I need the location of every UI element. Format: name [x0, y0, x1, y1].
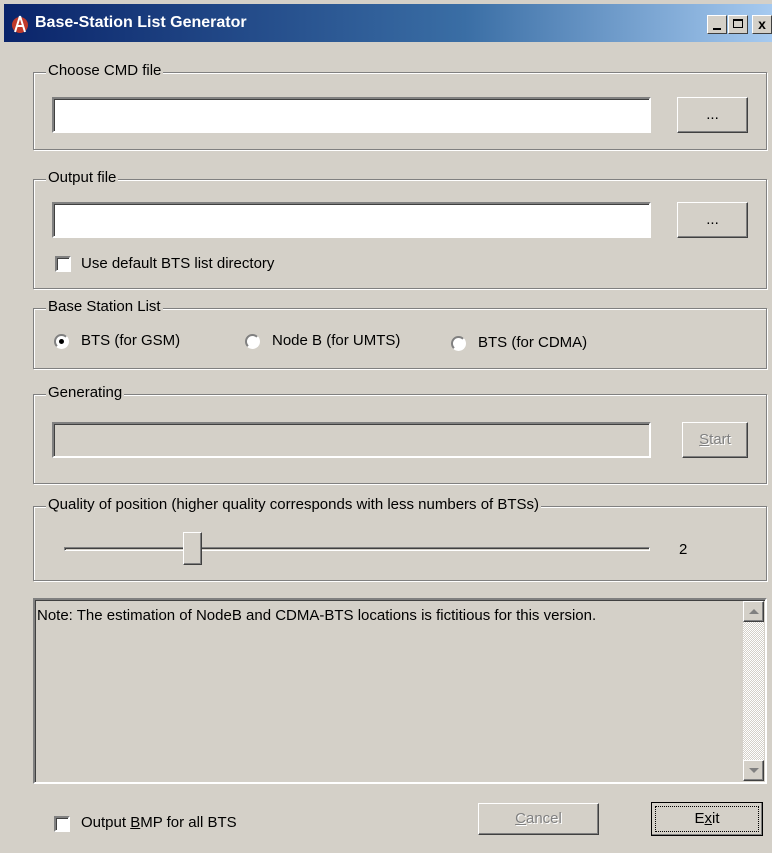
cancel-label-accel: C — [515, 810, 526, 827]
cmd-file-input[interactable] — [52, 97, 651, 133]
generating-group: Generating Start — [33, 384, 767, 484]
cancel-label-rest: ancel — [525, 810, 562, 827]
quality-group: Quality of position (higher quality corr… — [33, 496, 767, 581]
scroll-up-icon — [749, 609, 759, 614]
quality-group-label: Quality of position (higher quality corr… — [46, 496, 542, 513]
output-bmp-label-prefix: Output — [81, 814, 131, 831]
output-file-input[interactable] — [52, 202, 651, 238]
cmd-browse-label: ... — [706, 106, 719, 123]
output-bmp-checkbox[interactable] — [54, 816, 70, 832]
generating-progress-bar — [52, 422, 651, 458]
note-textarea[interactable]: Note: The estimation of NodeB and CDMA-B… — [33, 598, 767, 784]
minimize-icon — [713, 28, 721, 30]
note-scrollbar[interactable] — [743, 601, 764, 781]
default-dir-label[interactable]: Use default BTS list directory — [81, 255, 274, 272]
minimize-button[interactable] — [707, 15, 727, 34]
choose-cmd-group: Choose CMD file ... — [33, 62, 767, 150]
radio-nodeb-umts[interactable] — [245, 334, 260, 349]
output-browse-button[interactable]: ... — [677, 202, 748, 238]
app-logo-icon — [12, 15, 28, 33]
cmd-browse-button[interactable]: ... — [677, 97, 748, 133]
scroll-down-icon — [749, 768, 759, 773]
maximize-button[interactable] — [728, 15, 748, 34]
close-icon: x — [758, 16, 766, 32]
generating-group-label: Generating — [46, 384, 125, 401]
output-bmp-label[interactable]: Output BMP for all BTS — [81, 814, 237, 831]
choose-cmd-group-label: Choose CMD file — [46, 62, 164, 79]
output-bmp-label-accel: B — [130, 814, 141, 831]
close-button[interactable]: x — [752, 15, 772, 34]
default-dir-checkbox[interactable] — [55, 256, 71, 272]
radio-bts-gsm-label[interactable]: BTS (for GSM) — [81, 332, 180, 349]
quality-value: 2 — [679, 541, 688, 558]
base-station-list-group-label: Base Station List — [46, 298, 163, 315]
start-button[interactable]: Start — [682, 422, 748, 458]
maximize-icon — [733, 19, 743, 28]
radio-nodeb-umts-label[interactable]: Node B (for UMTS) — [272, 332, 400, 349]
quality-slider-track[interactable] — [64, 547, 650, 551]
title-bar[interactable]: Base-Station List Generator x — [4, 4, 772, 42]
app-window: Base-Station List Generator x Choose CMD… — [0, 0, 772, 853]
cancel-button[interactable]: Cancel — [478, 803, 599, 835]
output-bmp-label-rest: MP for all BTS — [140, 814, 237, 831]
start-label-accel: S — [699, 431, 710, 448]
scroll-up-button[interactable] — [743, 601, 764, 622]
radio-bts-cdma[interactable] — [451, 336, 466, 351]
output-file-group: Output file ... Use default BTS list dir… — [33, 169, 767, 289]
output-file-group-label: Output file — [46, 169, 119, 186]
radio-bts-gsm[interactable] — [54, 334, 69, 349]
window-title: Base-Station List Generator — [35, 14, 247, 31]
note-text: Note: The estimation of NodeB and CDMA-B… — [37, 607, 597, 624]
radio-selected-dot — [59, 339, 64, 344]
exit-button[interactable]: Exit — [651, 802, 763, 836]
quality-slider-thumb[interactable] — [183, 532, 203, 565]
base-station-list-group: Base Station List BTS (for GSM) Node B (… — [33, 298, 767, 369]
start-label-rest: tart — [709, 431, 731, 448]
scroll-down-button[interactable] — [743, 760, 764, 781]
radio-bts-cdma-label[interactable]: BTS (for CDMA) — [478, 334, 587, 351]
output-browse-label: ... — [706, 211, 719, 228]
exit-focus-rect — [655, 806, 759, 832]
